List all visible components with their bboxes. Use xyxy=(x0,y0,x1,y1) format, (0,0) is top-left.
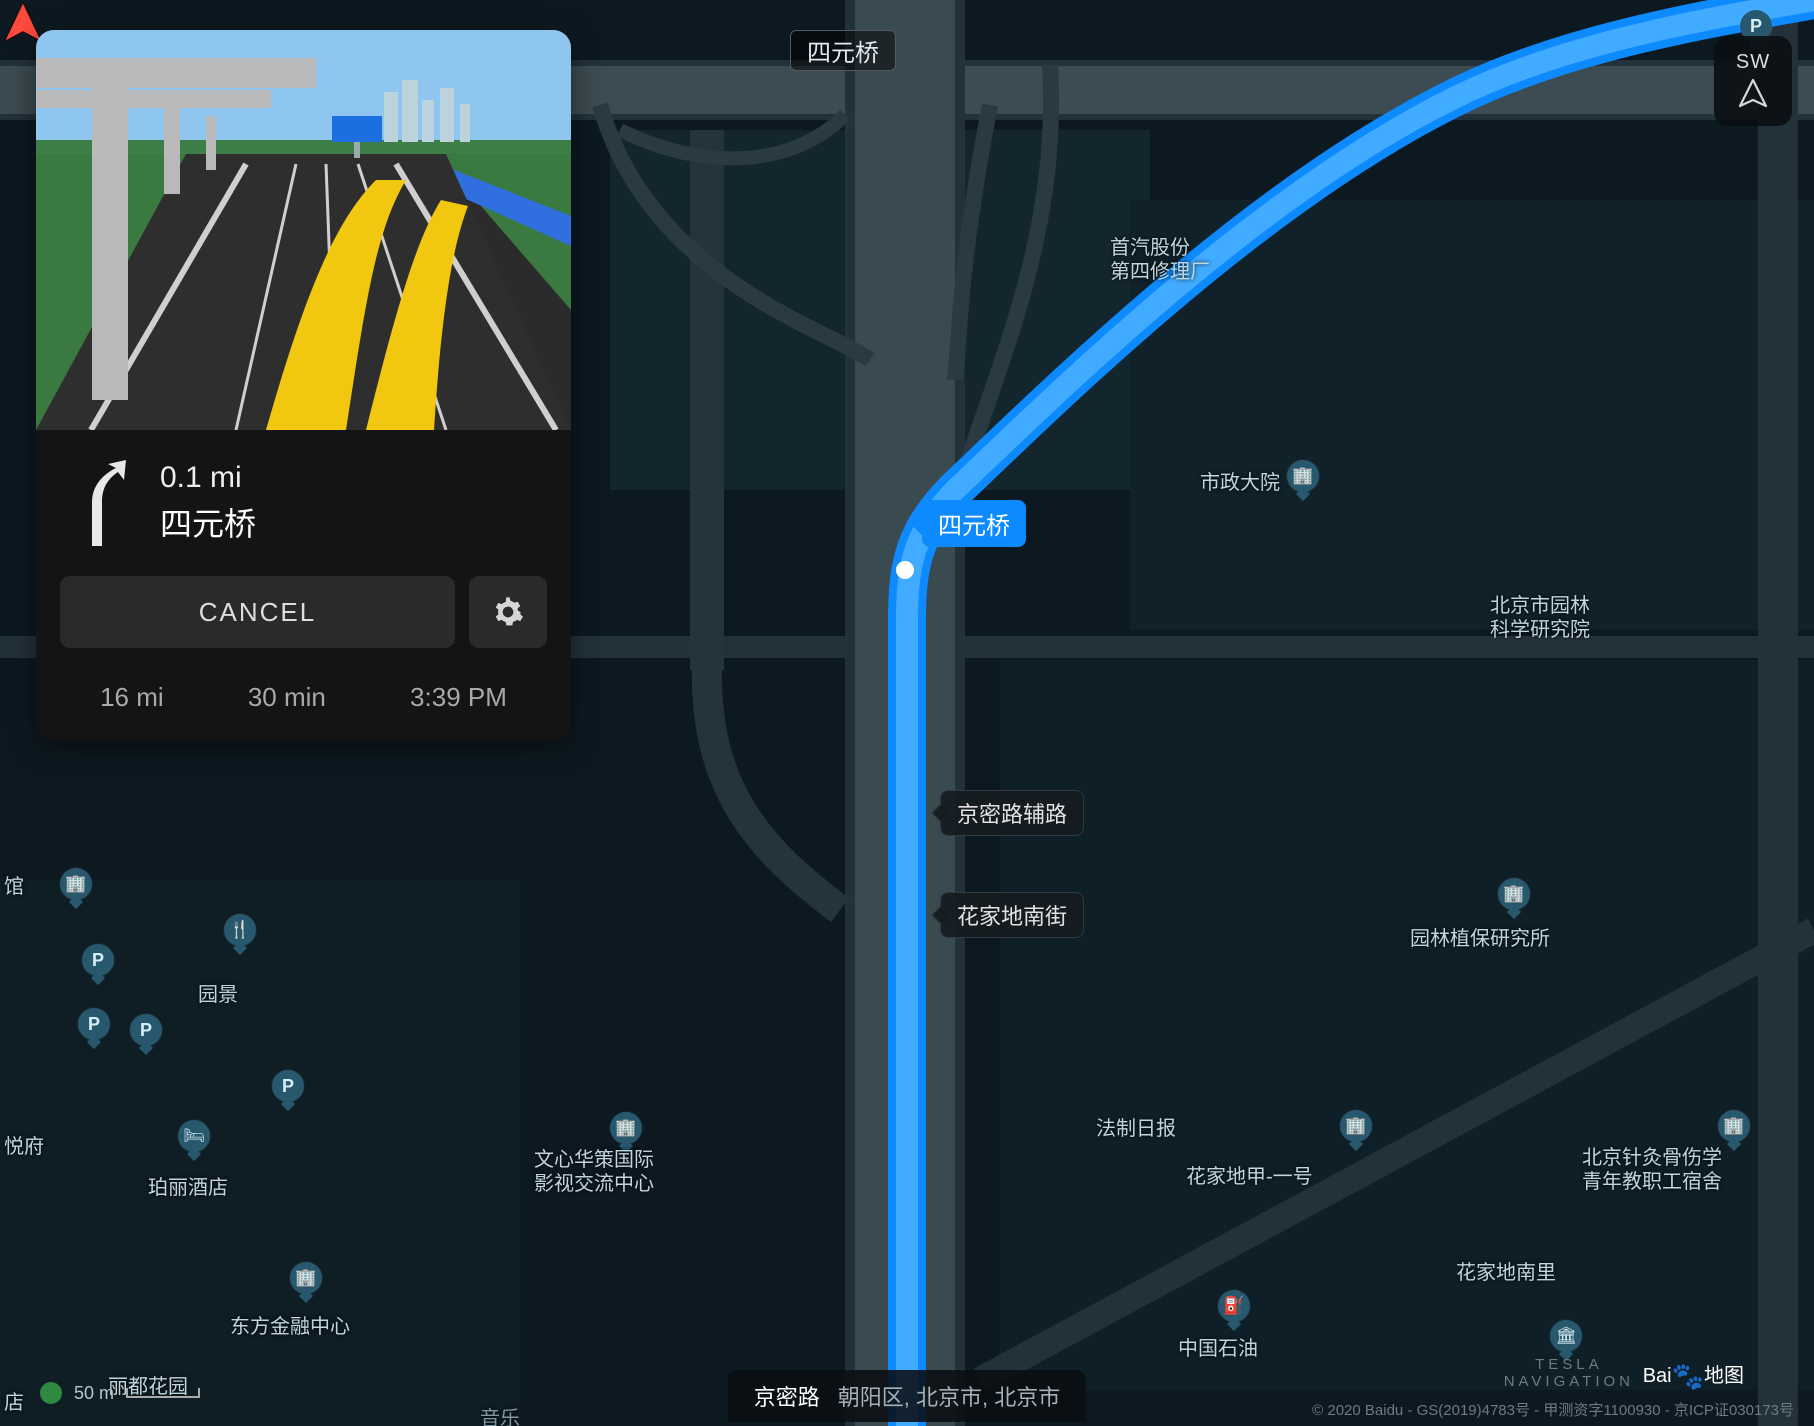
compass-direction: SW xyxy=(1736,51,1770,74)
restaurant-icon[interactable]: 🍴 xyxy=(224,914,256,946)
building-icon[interactable]: 🏛 xyxy=(1550,1320,1582,1352)
gas-station-icon[interactable]: ⛽ xyxy=(1218,1290,1250,1322)
building-icon[interactable]: 🏢 xyxy=(1718,1110,1750,1142)
route-exit-text: 四元桥 xyxy=(938,513,1010,540)
building-icon[interactable]: 🏢 xyxy=(1340,1110,1372,1142)
map-attribution: © 2020 Baidu - GS(2019)4783号 - 甲测资字11009… xyxy=(1312,1399,1794,1420)
road-banner: 四元桥 xyxy=(790,30,896,71)
side-street-label: 花家地南街 xyxy=(940,892,1084,938)
parking-icon[interactable]: P xyxy=(78,1008,110,1040)
trip-distance: 16 mi xyxy=(100,682,164,713)
parking-icon[interactable]: P xyxy=(82,944,114,976)
side-street-label: 京密路辅路 xyxy=(940,790,1084,836)
building-icon[interactable]: 🏢 xyxy=(290,1262,322,1294)
cancel-button[interactable]: CANCEL xyxy=(60,576,455,648)
navigation-card: 0.1 mi 四元桥 CANCEL 16 mi 30 min 3:39 PM xyxy=(36,30,571,741)
baidu-maps-logo: Bai🐾地图 xyxy=(1643,1359,1744,1392)
trip-duration: 30 min xyxy=(248,682,326,713)
bottom-location-bar: 京密路 朝阳区, 北京市, 北京市 xyxy=(728,1370,1086,1422)
hotel-icon[interactable]: 🛏 xyxy=(178,1120,210,1152)
gear-icon xyxy=(492,596,524,628)
tesla-navigation-brand: TESLA NAVIGATION xyxy=(1504,1356,1634,1390)
route-exit-label: 四元桥 xyxy=(922,500,1026,547)
compass-button[interactable]: SW xyxy=(1714,36,1792,126)
scale-label: 50 m xyxy=(74,1383,114,1404)
parking-icon[interactable]: P xyxy=(272,1070,304,1102)
trip-eta: 3:39 PM xyxy=(410,682,507,713)
maneuver-distance: 0.1 mi xyxy=(160,461,256,495)
building-icon[interactable]: 🏢 xyxy=(610,1112,642,1144)
scale-bar-icon xyxy=(126,1388,200,1398)
maneuver-row: 0.1 mi 四元桥 xyxy=(36,430,571,576)
paw-icon: 🐾 xyxy=(1672,1361,1704,1391)
building-icon[interactable]: 🏢 xyxy=(60,868,92,900)
building-icon[interactable]: 🏢 xyxy=(1287,460,1319,492)
compass-arrow-icon xyxy=(1736,78,1770,112)
building-icon[interactable]: 🏢 xyxy=(1498,878,1530,910)
map-scale: 50 m xyxy=(40,1382,200,1404)
lane-guidance-preview xyxy=(36,30,571,430)
current-road: 京密路 xyxy=(754,1380,820,1412)
maneuver-name: 四元桥 xyxy=(160,499,256,545)
trip-summary: 16 mi 30 min 3:39 PM xyxy=(36,658,571,741)
turn-right-fork-icon xyxy=(70,458,132,548)
tree-icon xyxy=(40,1382,62,1404)
current-region: 朝阳区, 北京市, 北京市 xyxy=(838,1380,1060,1412)
settings-button[interactable] xyxy=(469,576,547,648)
parking-icon[interactable]: P xyxy=(130,1014,162,1046)
